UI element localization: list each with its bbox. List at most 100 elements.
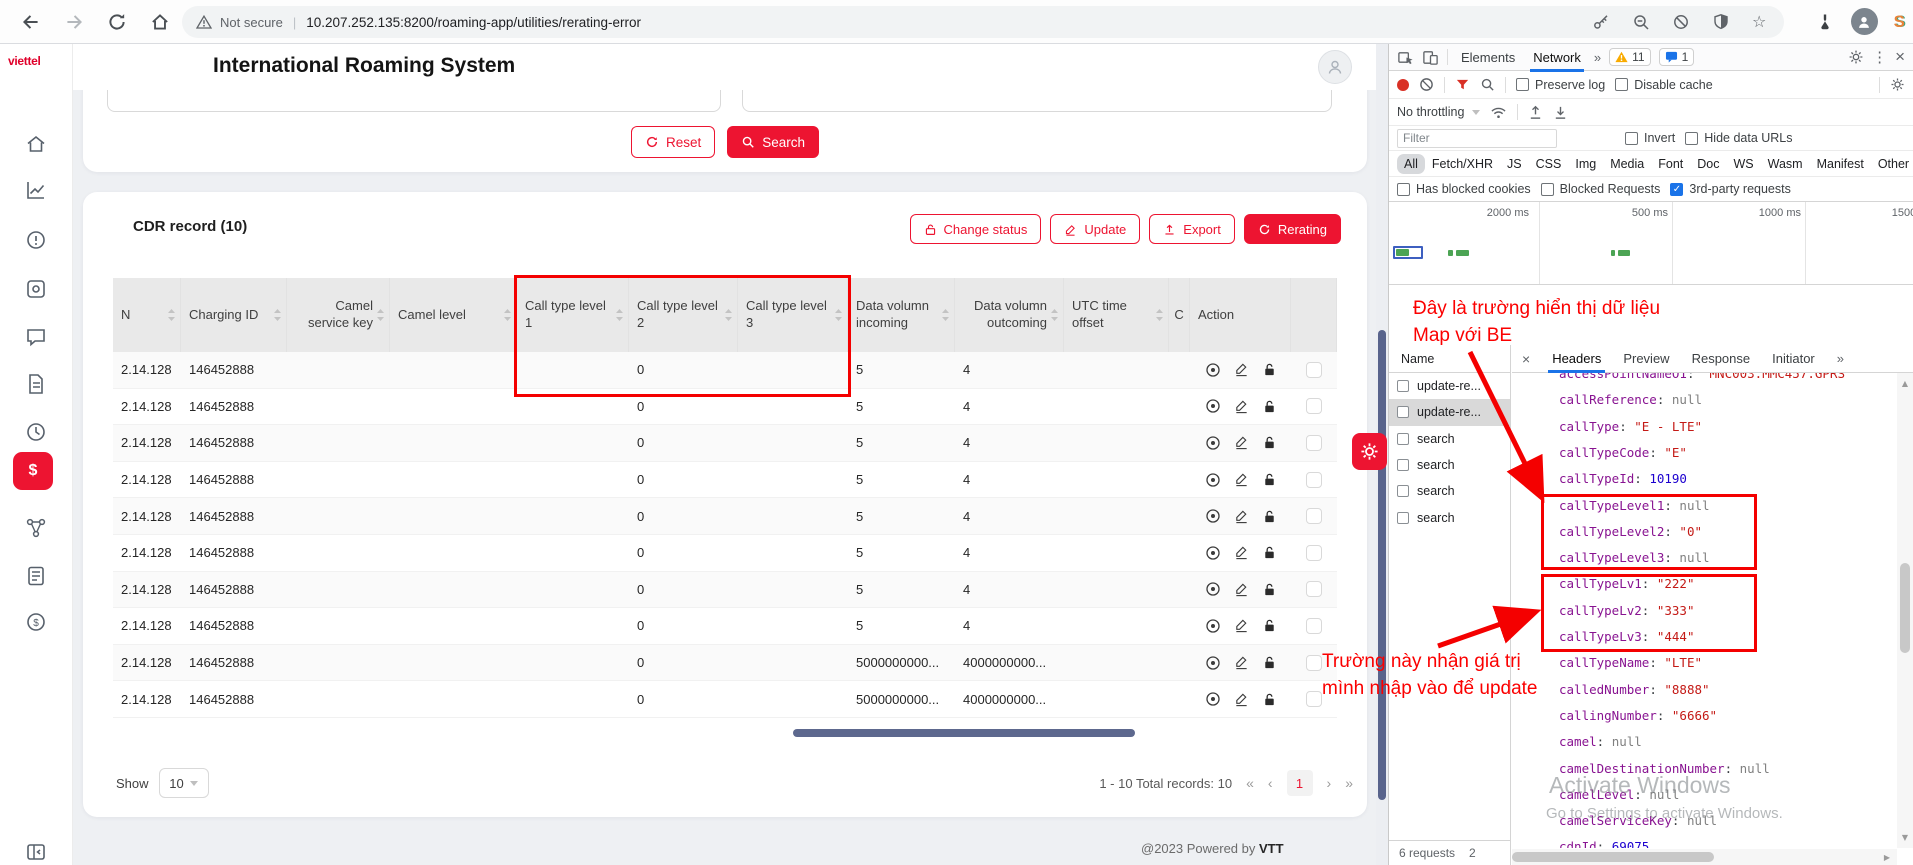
lock-icon[interactable] [1262,692,1277,707]
column-header[interactable]: Charging ID [181,278,287,352]
sidebar-network-icon[interactable] [24,516,48,540]
filter-chip[interactable]: Media [1603,154,1651,174]
request-checkbox[interactable] [1397,512,1409,524]
sort-icon[interactable] [1050,308,1059,322]
column-header[interactable]: Call type level 1 [517,278,629,352]
devtools-close-icon[interactable]: × [1895,47,1905,67]
home-icon[interactable] [149,11,171,33]
prev-page-button[interactable]: ‹ [1268,775,1273,791]
forward-icon[interactable] [63,11,85,33]
blocked-requests-checkbox[interactable]: Blocked Requests [1541,182,1661,196]
table-row[interactable]: 2.14.128 146452888 0 5 4 [113,462,1337,499]
column-header[interactable]: Camel level [390,278,517,352]
column-header[interactable]: Data volumn outcoming [955,278,1064,352]
sidebar-collapse-icon[interactable] [24,840,48,864]
filter-chip[interactable]: WS [1726,154,1760,174]
not-secure-warning-icon[interactable] [196,14,212,30]
blocked-content-icon[interactable] [1672,13,1690,31]
view-icon[interactable] [1205,545,1221,561]
close-details-icon[interactable]: × [1522,351,1530,367]
request-checkbox[interactable] [1397,459,1409,471]
row-checkbox[interactable] [1306,362,1322,378]
back-icon[interactable] [20,11,42,33]
request-checkbox[interactable] [1397,380,1409,392]
request-row[interactable]: search [1389,504,1510,530]
first-page-button[interactable]: « [1246,775,1254,791]
filter-chip[interactable]: Wasm [1761,154,1810,174]
warnings-badge[interactable]: 11 [1609,48,1650,66]
security-status-label[interactable]: Not secure [220,15,283,30]
address-bar[interactable]: Not secure | 10.207.252.135:8200/roaming… [182,6,1784,38]
scroll-up-icon[interactable]: ▲ [1897,379,1913,388]
lock-icon[interactable] [1262,582,1277,597]
network-settings-icon[interactable] [1890,77,1905,92]
edit-icon[interactable] [1234,655,1249,670]
table-row[interactable]: 2.14.128 146452888 0 5000000000... 40000… [113,645,1337,682]
sidebar-dollar-icon[interactable]: $ [24,610,48,634]
column-header[interactable]: Call type level 3 [738,278,848,352]
sidebar-chat-icon[interactable] [24,325,48,349]
edit-icon[interactable] [1234,472,1249,487]
devtools-kebab-icon[interactable]: ⋮ [1872,48,1887,66]
network-search-icon[interactable] [1480,77,1495,92]
tab-initiator[interactable]: Initiator [1772,351,1815,366]
name-column-header[interactable]: Name [1389,345,1510,373]
throttling-select[interactable]: No throttling [1397,105,1480,119]
filter-chip[interactable]: Manifest [1810,154,1871,174]
sidebar-list-icon[interactable] [24,564,48,588]
column-header[interactable]: Data volumn incoming [848,278,955,352]
filter-chip[interactable]: JS [1500,154,1529,174]
json-horizontal-scrollbar[interactable]: ▶ [1512,849,1897,865]
update-button[interactable]: Update [1050,214,1140,244]
lock-icon[interactable] [1262,618,1277,633]
issues-badge[interactable]: 1 [1659,48,1695,66]
lock-icon[interactable] [1262,399,1277,414]
bookmark-star-icon[interactable]: ☆ [1752,13,1770,31]
tab-headers[interactable]: Headers [1552,351,1601,366]
rerating-button[interactable]: Rerating [1244,214,1341,244]
table-row[interactable]: 2.14.128 146452888 0 5 4 [113,572,1337,609]
disable-cache-checkbox[interactable]: Disable cache [1615,78,1713,92]
edit-icon[interactable] [1234,509,1249,524]
inspect-icon[interactable] [1397,49,1414,66]
row-checkbox[interactable] [1306,508,1322,524]
sort-icon[interactable] [724,308,733,322]
last-page-button[interactable]: » [1345,775,1353,791]
edit-icon[interactable] [1234,435,1249,450]
view-icon[interactable] [1205,435,1221,451]
network-overview-timeline[interactable]: 500 ms1000 ms1500 ms2000 ms [1389,202,1913,285]
sidebar-clock-icon[interactable] [24,420,48,444]
row-checkbox[interactable] [1306,472,1322,488]
lock-icon[interactable] [1262,435,1277,450]
filter-chip[interactable]: Doc [1690,154,1726,174]
third-party-checkbox[interactable]: ✓ 3rd-party requests [1670,182,1790,196]
filter-input[interactable] [1397,129,1557,148]
app-scrollbar-thumb[interactable] [1378,330,1386,800]
view-icon[interactable] [1205,581,1221,597]
view-icon[interactable] [1205,508,1221,524]
row-checkbox[interactable] [1306,655,1322,671]
column-header[interactable]: N [113,278,181,352]
filter-chip[interactable]: Fetch/XHR [1425,154,1500,174]
network-conditions-icon[interactable] [1490,105,1507,120]
request-checkbox[interactable] [1397,485,1409,497]
request-row[interactable]: search [1389,452,1510,478]
json-hscrollbar-thumb[interactable] [1512,852,1714,862]
s-extension-icon[interactable]: S [1894,12,1905,32]
column-header[interactable]: C [1169,278,1190,352]
view-icon[interactable] [1205,472,1221,488]
edit-icon[interactable] [1234,362,1249,377]
filter-chip[interactable]: All [1397,154,1425,174]
extension-flask-icon[interactable] [1815,12,1835,32]
sidebar-item-rerating-active[interactable]: $ [13,452,53,490]
sidebar-settings-icon[interactable] [24,277,48,301]
sort-icon[interactable] [615,308,624,322]
column-header[interactable]: UTC time offset [1064,278,1169,352]
record-icon[interactable] [1397,79,1409,91]
sort-icon[interactable] [376,308,385,322]
reload-icon[interactable] [106,11,128,33]
clear-icon[interactable] [1419,77,1434,92]
view-icon[interactable] [1205,655,1221,671]
row-checkbox[interactable] [1306,435,1322,451]
row-checkbox[interactable] [1306,398,1322,414]
